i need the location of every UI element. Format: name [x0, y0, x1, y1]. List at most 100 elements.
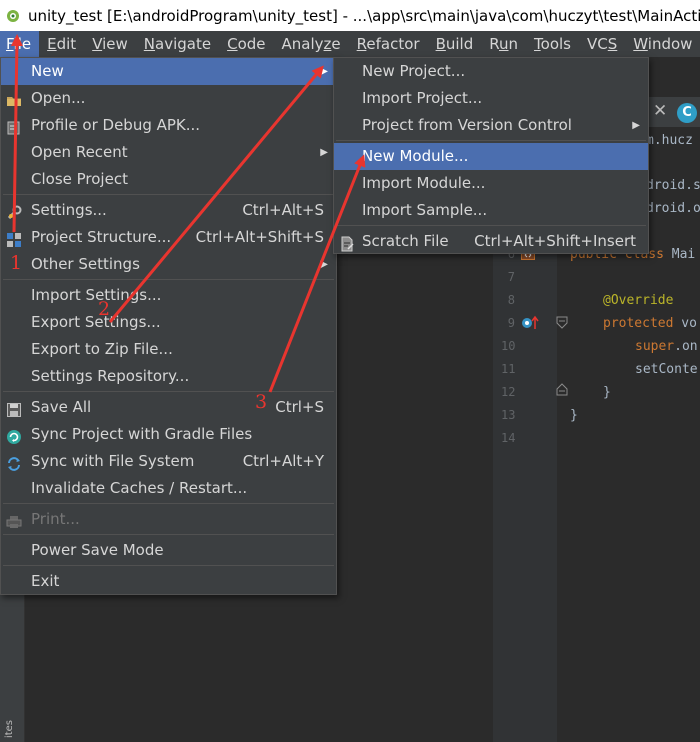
- code-line: setConte: [635, 362, 698, 377]
- menu-item-scratch-file[interactable]: Scratch File Ctrl+Alt+Shift+Insert: [334, 228, 648, 255]
- menu-item-label: Profile or Debug APK...: [31, 116, 201, 134]
- menu-window[interactable]: Window: [625, 31, 700, 57]
- menu-tools[interactable]: Tools: [526, 31, 579, 57]
- gradle-sync-icon: [6, 427, 22, 444]
- menu-item-settings[interactable]: Settings... Ctrl+Alt+S: [1, 197, 336, 224]
- menu-item-export-to-zip-file[interactable]: Export to Zip File...: [1, 336, 336, 363]
- menu-item-import-sample[interactable]: Import Sample...: [334, 197, 648, 224]
- menu-item-profile-or-debug-apk[interactable]: Profile or Debug APK...: [1, 112, 336, 139]
- submenu-arrow-icon: ▶: [320, 147, 328, 158]
- folder-icon: [6, 91, 22, 107]
- menu-item-label: Project Structure...: [31, 228, 172, 246]
- file-menu: New ▶ Open... Profile or Debug APK... Open R…: [0, 57, 337, 595]
- line-number: 11: [501, 362, 516, 376]
- menu-item-label: Export to Zip File...: [31, 340, 173, 358]
- menu-run[interactable]: Run: [481, 31, 526, 57]
- menu-navigate[interactable]: Navigate: [136, 31, 219, 57]
- menu-item-export-settings[interactable]: Export Settings...: [1, 309, 336, 336]
- menu-item-label: Open...: [31, 89, 86, 107]
- code-line: @Override: [603, 293, 674, 308]
- menu-item-label: Import Sample...: [362, 201, 488, 219]
- printer-icon: [6, 512, 22, 528]
- menu-edit[interactable]: Edit: [39, 31, 84, 57]
- menu-item-new-module[interactable]: New Module...: [334, 143, 648, 170]
- wrench-icon: [6, 203, 22, 220]
- close-tab-icon[interactable]: ✕: [653, 101, 667, 121]
- override-method-icon[interactable]: [521, 315, 539, 331]
- code-line: m.hucz: [646, 133, 693, 148]
- menu-item-label: Power Save Mode: [31, 541, 164, 559]
- menu-item-shortcut: Ctrl+Alt+Shift+Insert: [474, 232, 636, 250]
- menu-code[interactable]: Code: [219, 31, 273, 57]
- menu-item-shortcut: Ctrl+S: [275, 398, 324, 416]
- project-structure-icon: [6, 230, 22, 247]
- line-number: 10: [501, 339, 516, 353]
- annotation-number: 1: [10, 252, 23, 274]
- menu-separator: [3, 503, 334, 504]
- menu-item-print: Print...: [1, 506, 336, 533]
- menu-item-label: Open Recent: [31, 143, 128, 161]
- menu-item-settings-repository[interactable]: Settings Repository...: [1, 363, 336, 390]
- menu-item-open-recent[interactable]: Open Recent ▶: [1, 139, 336, 166]
- menu-item-import-project[interactable]: Import Project...: [334, 85, 648, 112]
- code-line: droid.s: [646, 178, 700, 193]
- menu-item-import-module[interactable]: Import Module...: [334, 170, 648, 197]
- favorites-tool-tab[interactable]: ites: [4, 720, 15, 738]
- line-number: 7: [507, 270, 515, 284]
- line-number: 14: [501, 431, 516, 445]
- android-studio-icon: [7, 9, 19, 22]
- menu-item-save-all[interactable]: Save All Ctrl+S: [1, 394, 336, 421]
- menu-item-label: Import Module...: [362, 174, 486, 192]
- menu-file[interactable]: File: [0, 31, 40, 57]
- menu-item-power-save-mode[interactable]: Power Save Mode: [1, 537, 336, 564]
- code-empty-area[interactable]: [557, 423, 700, 742]
- menu-item-shortcut: Ctrl+Alt+S: [242, 201, 324, 219]
- menu-refactor[interactable]: Refactor: [349, 31, 428, 57]
- submenu-arrow-icon: ▶: [320, 66, 328, 77]
- line-number: 9: [507, 316, 515, 330]
- menu-item-new-project[interactable]: New Project...: [334, 58, 648, 85]
- menu-item-label: New: [31, 62, 64, 80]
- menu-item-open[interactable]: Open...: [1, 85, 336, 112]
- menu-item-sync-with-file-system[interactable]: Sync with File System Ctrl+Alt+Y: [1, 448, 336, 475]
- menu-item-label: Sync with File System: [31, 452, 195, 470]
- menu-item-label: Invalidate Caches / Restart...: [31, 479, 248, 497]
- fold-method-icon[interactable]: [556, 316, 568, 330]
- menu-item-label: New Module...: [362, 147, 469, 165]
- code-line: }: [603, 385, 611, 400]
- menu-vcs[interactable]: VCS: [579, 31, 625, 57]
- menu-separator: [336, 225, 646, 226]
- menu-item-label: Settings Repository...: [31, 367, 190, 385]
- annotation-number: 3: [255, 391, 268, 413]
- menu-analyze[interactable]: Analyze: [274, 31, 349, 57]
- menu-item-invalidate-caches-restart[interactable]: Invalidate Caches / Restart...: [1, 475, 336, 502]
- sync-icon: [6, 454, 22, 471]
- line-number: 8: [507, 293, 515, 307]
- line-number: 13: [501, 408, 516, 422]
- annotation-number: 2: [98, 298, 111, 320]
- code-line: protected vo: [603, 316, 697, 331]
- menu-item-import-settings[interactable]: Import Settings...: [1, 282, 336, 309]
- scratch-file-icon: [339, 234, 355, 252]
- menu-item-close-project[interactable]: Close Project: [1, 166, 336, 193]
- code-line: droid.o: [646, 201, 700, 216]
- menu-item-other-settings[interactable]: Other Settings ▶: [1, 251, 336, 278]
- submenu-arrow-icon: ▶: [632, 120, 640, 131]
- menu-build[interactable]: Build: [428, 31, 482, 57]
- code-line: }: [570, 408, 578, 423]
- menu-item-sync-project-with-gradle-files[interactable]: Sync Project with Gradle Files: [1, 421, 336, 448]
- menu-item-exit[interactable]: Exit: [1, 568, 336, 595]
- menu-separator: [3, 194, 334, 195]
- new-submenu: New Project... Import Project... Project f…: [333, 57, 649, 254]
- window-title-bar: unity_test [E:\androidProgram\unity_test…: [0, 0, 700, 32]
- menu-item-label: Close Project: [31, 170, 128, 188]
- menu-separator: [3, 391, 334, 392]
- menu-view[interactable]: View: [84, 31, 136, 57]
- menu-separator: [3, 565, 334, 566]
- menu-item-new[interactable]: New ▶: [1, 58, 336, 85]
- menu-item-shortcut: Ctrl+Alt+Y: [242, 452, 324, 470]
- fold-end-icon[interactable]: [556, 382, 568, 396]
- menu-item-project-structure[interactable]: Project Structure... Ctrl+Alt+Shift+S: [1, 224, 336, 251]
- menu-item-project-from-version-control[interactable]: Project from Version Control ▶: [334, 112, 648, 139]
- java-class-tab-icon[interactable]: C: [677, 103, 697, 123]
